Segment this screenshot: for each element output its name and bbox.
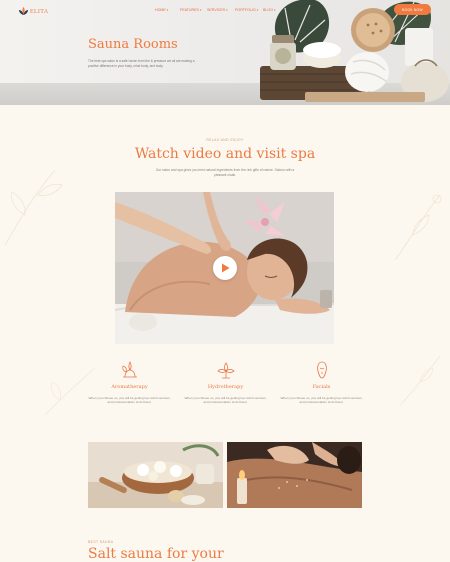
book-now-button[interactable]: BOOK NOW [394,4,431,15]
feature-title: Facials [312,384,331,390]
spa-photo-right [227,442,362,508]
nav-item-blog[interactable]: BLOG▾ [263,8,276,12]
section-tagline-bottom: BEST SAUNA [88,540,114,544]
page-title: Sauna Rooms [88,37,178,52]
chevron-down-icon: ▾ [274,8,276,12]
nav-label: HOME [155,8,166,12]
feature-aromatherapy: Aromatherapy When you choose us, you wil… [82,360,177,405]
feature-hydrotherapy: Hydrotherapy When you choose us, you wil… [178,360,273,405]
feature-description: When you choose us, you will be getting … [184,396,267,405]
feature-title: Aromatherapy [111,384,148,390]
section-title: Watch video and visit spa [134,146,316,162]
hydrotherapy-icon [216,362,235,379]
section-tagline: RELAX AND ENJOY [206,138,244,142]
nav-label: FEATURES [180,8,199,12]
feature-description: When you choose us, you will be getting … [280,396,363,405]
nav-label: PORTFOLIO [235,8,256,12]
feature-title: Hydrotherapy [207,384,244,390]
nav-item-services[interactable]: SERVICES▾ [207,8,228,12]
botanical-decoration-right [394,194,442,261]
feature-description: When you choose us, you will be getting … [88,396,171,405]
spa-decor-image [260,0,449,102]
section-intro: Our salon and spa gives you best natural… [155,168,295,177]
back-massage-image [227,442,362,508]
hero-banner: ELITA HOME▾ FEATURES▾ SERVICES▾ PORTFOLI… [0,0,450,105]
hero-description: The best spa salon is a safe haven from … [88,59,195,68]
chevron-down-icon: ▾ [226,8,228,12]
botanical-decoration-left [4,169,63,246]
nav-label: BLOG [263,8,273,12]
nav-item-features[interactable]: FEATURES▾ [180,8,201,12]
play-icon [221,263,229,273]
nav-label: SERVICES [207,8,226,12]
chevron-down-icon: ▾ [256,8,259,12]
facials-icon [316,361,327,379]
spa-photo-left [88,442,223,508]
nav-item-portfolio[interactable]: PORTFOLIO▾ [235,8,258,12]
feature-facials: Facials When you choose us, you will be … [274,360,369,405]
chevron-down-icon: ▾ [199,8,202,12]
spa-bowl-image [88,442,223,508]
chevron-down-icon: ▾ [166,8,169,12]
nav-item-home[interactable]: HOME▾ [155,8,168,12]
main-navigation: HOME▾ FEATURES▾ SERVICES▾ PORTFOLIO▾ BLO… [155,8,280,16]
logo-text: ELITA [30,9,49,15]
aromatherapy-icon [121,361,137,378]
play-button[interactable] [213,256,237,280]
lotus-logo-icon [19,7,28,15]
botanical-decoration-lower-right [399,355,441,406]
